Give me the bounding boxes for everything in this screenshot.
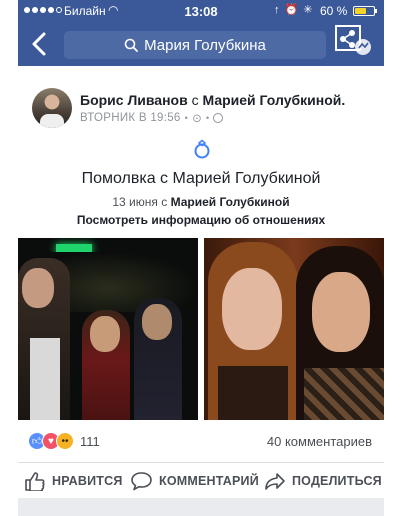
comments-count[interactable]: 40 комментариев (267, 434, 372, 449)
globe-icon (213, 113, 224, 123)
status-bar: Билайн ◠ 13:08 ↑ ⏰ ✳ 60 % (18, 0, 384, 22)
with-word: с (191, 92, 199, 108)
reactions-summary[interactable]: 👍︎ ♥ •• 111 (28, 432, 100, 450)
action-bar: НРАВИТСЯ КОММЕНТАРИЙ ПОДЕЛИТЬСЯ (18, 462, 384, 498)
reaction-count: 111 (80, 433, 100, 449)
facebook-app: Билайн ◠ 13:08 ↑ ⏰ ✳ 60 % Мария Голубкин… (18, 0, 384, 516)
share-button[interactable] (334, 24, 374, 58)
separator-dot: • (184, 113, 189, 123)
feed-separator (18, 498, 384, 516)
like-label: НРАВИТСЯ (52, 474, 123, 488)
photo-left[interactable] (18, 238, 198, 420)
tagged-name[interactable]: Марией Голубкиной. (202, 92, 345, 108)
event-date-prefix: 13 июня с (112, 195, 168, 209)
share-label: ПОДЕЛИТЬСЯ (292, 474, 382, 488)
relationship-icon: ⊙ (192, 113, 203, 125)
relationship-info-link[interactable]: Посмотреть информацию об отношениях (18, 213, 384, 227)
search-icon (124, 38, 139, 52)
photo-right[interactable] (204, 238, 384, 420)
comment-label: КОММЕНТАРИЙ (159, 474, 259, 488)
life-event-date: 13 июня с Марией Голубкиной (18, 195, 384, 209)
post-header: Борис Ливанов с Марией Голубкиной. (80, 92, 345, 108)
back-button[interactable] (28, 30, 52, 58)
ring-icon (194, 139, 210, 159)
share-post-button[interactable]: ПОДЕЛИТЬСЯ (264, 471, 382, 491)
search-text: Мария Голубкина (144, 36, 266, 54)
chevron-left-icon (32, 32, 46, 56)
search-bar[interactable]: Мария Голубкина (64, 31, 326, 59)
post-meta: ВТОРНИК В 19:56 • ⊙ • (80, 111, 224, 125)
comment-icon (131, 472, 152, 491)
separator-dot: • (206, 113, 210, 123)
author-name[interactable]: Борис Ливанов (80, 92, 188, 108)
life-event-title: Помолвка с Марией Голубкиной (81, 170, 321, 187)
wow-reaction-icon: •• (56, 432, 74, 450)
battery-fill (355, 8, 366, 14)
event-date-name[interactable]: Марией Голубкиной (171, 195, 290, 209)
status-icons: ↑ ⏰ ✳ (274, 4, 314, 16)
battery-icon (353, 6, 377, 16)
top-bar: Билайн ◠ 13:08 ↑ ⏰ ✳ 60 % Мария Голубкин… (18, 0, 384, 66)
share-icon (335, 25, 371, 55)
thumbs-up-icon (25, 472, 45, 491)
avatar[interactable] (32, 88, 72, 128)
post-timestamp[interactable]: ВТОРНИК В 19:56 (80, 112, 181, 124)
like-button[interactable]: НРАВИТСЯ (24, 471, 123, 491)
battery-percent: 60 % (320, 4, 348, 18)
photo-grid (18, 238, 384, 420)
comment-button[interactable]: КОММЕНТАРИЙ (131, 471, 259, 491)
share-arrow-icon (265, 473, 285, 490)
